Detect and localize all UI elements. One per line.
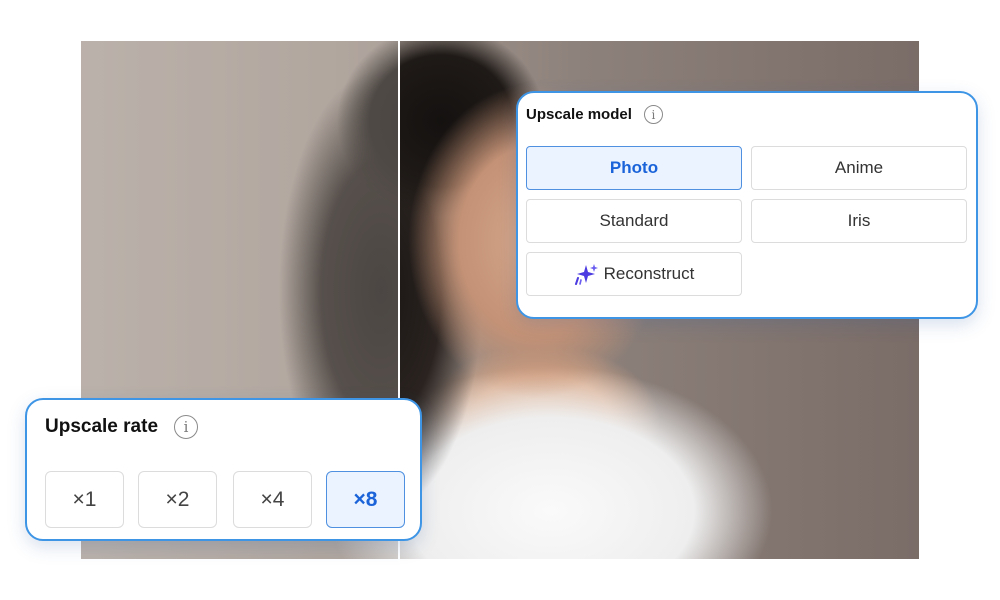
info-icon[interactable]: i <box>643 105 663 124</box>
rate-option-x4[interactable]: ×4 <box>233 471 312 528</box>
upscale-rate-title: Upscale rate <box>45 416 159 437</box>
rate-option-x8[interactable]: ×8 <box>326 471 405 528</box>
rate-option-x1[interactable]: ×1 <box>45 471 124 528</box>
model-option-iris[interactable]: Iris <box>751 199 967 243</box>
rate-option-label: ×2 <box>165 487 190 511</box>
upscale-rate-header: Upscale rate i <box>45 415 199 439</box>
model-option-standard[interactable]: Standard <box>526 199 742 243</box>
model-option-anime[interactable]: Anime <box>751 146 967 190</box>
model-option-label: Reconstruct <box>603 264 695 283</box>
model-option-label: Photo <box>609 158 659 177</box>
model-option-label: Anime <box>834 158 884 177</box>
rate-option-label: ×1 <box>72 487 97 511</box>
model-option-label: Iris <box>847 211 871 230</box>
rate-option-x2[interactable]: ×2 <box>138 471 217 528</box>
upscale-rate-panel: Upscale rate i ×1 ×2 ×4 ×8 <box>25 398 422 541</box>
model-option-reconstruct[interactable]: Reconstruct <box>526 252 742 296</box>
upscale-model-header: Upscale model i <box>526 105 663 124</box>
upscale-model-title: Upscale model <box>526 106 632 123</box>
model-option-photo[interactable]: Photo <box>526 146 742 190</box>
rate-option-label: ×4 <box>260 487 285 511</box>
model-option-label: Standard <box>599 211 669 230</box>
sparkle-icon <box>574 263 598 285</box>
info-icon[interactable]: i <box>174 415 199 439</box>
rate-option-label: ×8 <box>353 487 378 511</box>
upscale-model-panel: Upscale model i Photo Anime Standard Iri… <box>516 91 978 319</box>
